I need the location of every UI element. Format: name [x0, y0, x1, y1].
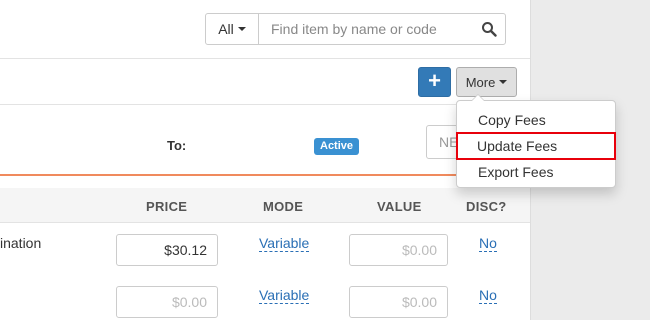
caret-down-icon: [237, 27, 246, 31]
price-input[interactable]: $30.12: [116, 234, 218, 266]
table-row-name: ination: [0, 235, 42, 251]
menu-item-update-fees[interactable]: Update Fees: [456, 132, 616, 160]
menu-item-export-fees[interactable]: Export Fees: [458, 159, 614, 185]
column-header-price: PRICE: [146, 199, 188, 214]
disc-link[interactable]: No: [479, 287, 497, 304]
menu-item-copy-fees[interactable]: Copy Fees: [458, 107, 614, 133]
search-bar: All: [205, 13, 506, 45]
divider: [0, 58, 530, 59]
more-button-label: More: [465, 74, 496, 90]
column-header-disc: DISC?: [466, 199, 507, 214]
caret-down-icon: [499, 80, 508, 84]
more-menu: Copy Fees Update Fees Export Fees: [456, 94, 616, 188]
scope-dropdown-label: All: [218, 21, 234, 37]
value-input[interactable]: $0.00: [349, 286, 448, 318]
column-header-value: VALUE: [377, 199, 422, 214]
value-input[interactable]: $0.00: [349, 234, 448, 266]
search-icon[interactable]: [481, 21, 497, 37]
divider: [0, 104, 530, 105]
disc-link[interactable]: No: [479, 235, 497, 252]
search-input[interactable]: [259, 14, 469, 44]
scope-dropdown[interactable]: All: [206, 14, 259, 44]
more-button[interactable]: More: [456, 67, 517, 97]
column-header-mode: MODE: [263, 199, 304, 214]
to-label: To:: [167, 138, 187, 153]
price-input[interactable]: $0.00: [116, 286, 218, 318]
main-panel: All + More To: Active NE PRICE MODE VALU…: [0, 0, 531, 320]
accent-divider: [0, 174, 530, 176]
add-button[interactable]: +: [418, 67, 451, 97]
status-badge: Active: [314, 138, 360, 155]
mode-link[interactable]: Variable: [259, 287, 310, 304]
table-header: PRICE MODE VALUE DISC?: [0, 188, 530, 223]
mode-link[interactable]: Variable: [259, 235, 310, 252]
